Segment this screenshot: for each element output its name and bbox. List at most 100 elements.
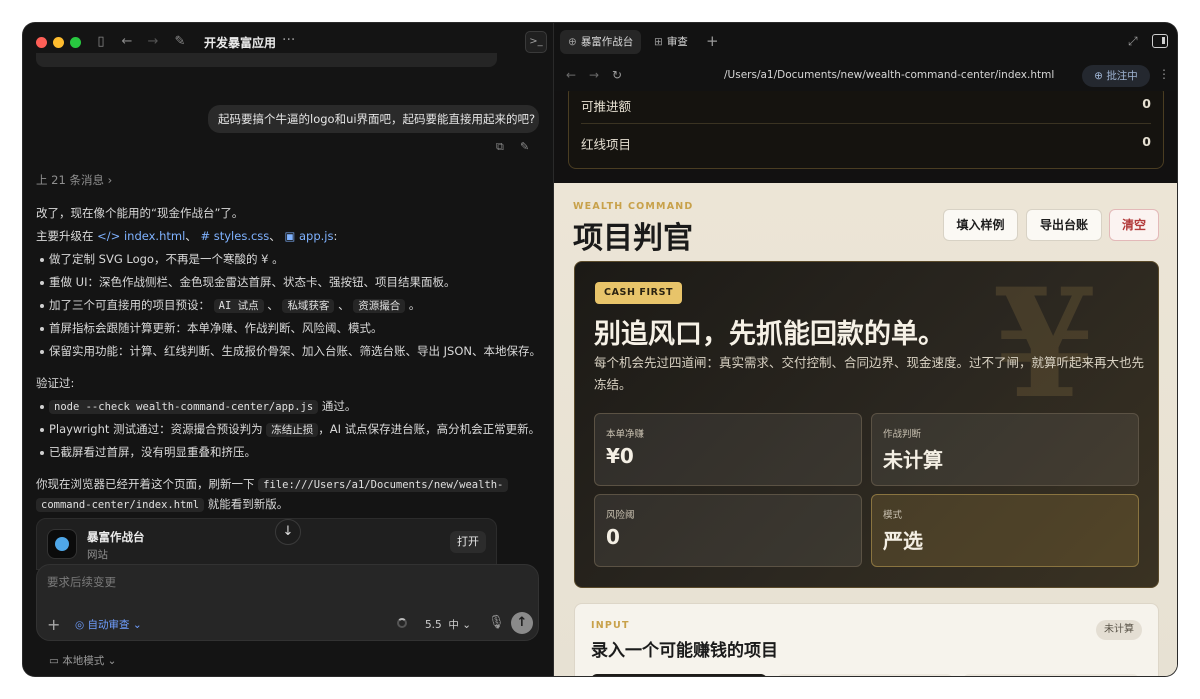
- metric-value: 0: [1142, 96, 1151, 111]
- website-card[interactable]: 暴富作战台 网站 打开: [36, 518, 497, 570]
- expand-icon[interactable]: ⤢: [1128, 34, 1138, 49]
- metric-row: 可推进额 0: [581, 91, 1151, 124]
- model-selector[interactable]: 5.5 中 ⌄: [425, 617, 471, 632]
- reply-bullet: 首屏指标会跟随计算更新：本单净赚、作战判断、风险阈、模式。: [49, 321, 383, 335]
- tab-review[interactable]: ⊞ 审查: [646, 30, 696, 54]
- stat-label: 本单净赚: [606, 429, 645, 440]
- chevron-down-icon: ⌄: [458, 619, 472, 631]
- file-name: styles.css: [213, 229, 270, 243]
- web-page: 可推进额 0 红线项目 0 WEALTH COMMAND 项目判官 填入样例 导…: [554, 91, 1177, 676]
- tab-wealth-command[interactable]: ⊕ 暴富作战台: [560, 30, 642, 54]
- close-window-button[interactable]: [36, 37, 47, 48]
- file-link-index[interactable]: </> index.html: [97, 229, 185, 243]
- send-button[interactable]: ↑: [511, 612, 533, 634]
- previous-card: [36, 53, 497, 67]
- stat-value: 0: [606, 525, 620, 549]
- input-eyebrow: INPUT: [591, 620, 630, 631]
- page-eyebrow: WEALTH COMMAND: [573, 201, 694, 212]
- tab-label: 审查: [666, 36, 688, 48]
- stat-label: 作战判断: [883, 429, 922, 440]
- status-badge: 未计算: [1096, 620, 1142, 640]
- auto-review-dropdown[interactable]: ◎ 自动审查 ⌄: [75, 617, 142, 632]
- metric-label: 红线项目: [581, 137, 632, 152]
- page-title: 项目判官: [573, 221, 693, 256]
- verify-pw-prefix: Playwright 测试通过：资源撮合预设判为: [49, 422, 263, 436]
- minimize-window-button[interactable]: [53, 37, 64, 48]
- new-tab-icon[interactable]: +: [706, 32, 719, 50]
- forward-arrow-icon[interactable]: →: [145, 34, 161, 50]
- sidebar-toggle-icon[interactable]: ▯: [93, 34, 109, 50]
- website-title: 暴富作战台: [87, 530, 145, 544]
- thread-title: 开发暴富应用: [204, 36, 277, 50]
- scroll-down-arrow-icon[interactable]: ↓: [275, 519, 301, 545]
- verify-cmd-suffix: 通过。: [321, 399, 357, 413]
- metric-label: 可推进额: [581, 99, 632, 114]
- stat-value: 未计算: [883, 448, 943, 472]
- browser-forward-icon[interactable]: →: [589, 68, 599, 82]
- input-title: 录入一个可能赚钱的项目: [591, 641, 778, 661]
- auto-review-label: 自动审查: [87, 619, 130, 631]
- bullet-dot: [40, 451, 44, 455]
- plus-icon[interactable]: +: [47, 615, 60, 634]
- main-content: WEALTH COMMAND 项目判官 填入样例 导出台账 清空 ¥ CASH …: [554, 183, 1177, 676]
- panel-toggle-icon[interactable]: [1152, 34, 1168, 48]
- stat-card-verdict: 作战判断 未计算: [871, 413, 1139, 486]
- hero-headline: 别追风口，先抓能回款的单。: [594, 319, 945, 350]
- metric-value: 0: [1142, 134, 1151, 149]
- laptop-icon: ▭: [49, 655, 63, 667]
- user-message: 起码要搞个牛逼的logo和ui界面吧，起码要能直接用起来的吧?: [208, 105, 539, 133]
- chevron-down-icon: ⌄: [104, 655, 117, 667]
- history-toggle[interactable]: 上 21 条消息 ›: [36, 172, 112, 188]
- upgrade-prefix: 主要升级在: [36, 229, 94, 243]
- closing-path: command-center/index.html: [36, 498, 205, 512]
- export-ledger-button[interactable]: 导出台账: [1026, 209, 1102, 241]
- composer: + ◎ 自动审查 ⌄ 5.5 中 ⌄ 🎙 ↑: [36, 564, 539, 641]
- local-mode-dropdown[interactable]: ▭ 本地模式 ⌄: [49, 653, 116, 668]
- file-name: index.html: [123, 229, 186, 243]
- closing-line-2: command-center/index.html 就能看到新版。: [36, 496, 288, 512]
- stat-value: ¥0: [606, 444, 634, 468]
- bullet-dot: [40, 405, 44, 409]
- new-chat-icon[interactable]: ✎: [172, 34, 188, 50]
- browser-back-icon[interactable]: ←: [566, 68, 576, 82]
- browser-tabbar: ⊕ 暴富作战台 ⊞ 审查 + ⤢: [554, 23, 1177, 61]
- closing-prefix: 你现在浏览器已经开着这个页面，刷新一下: [36, 477, 255, 491]
- back-arrow-icon[interactable]: ←: [119, 34, 135, 50]
- bullet-dot: [40, 428, 44, 432]
- globe-icon: [47, 529, 77, 559]
- annotate-button[interactable]: ⊕ 批注中: [1082, 65, 1150, 87]
- clear-button[interactable]: 清空: [1109, 209, 1159, 241]
- copy-icon[interactable]: ⧉: [496, 140, 504, 154]
- more-vertical-icon[interactable]: ⋮: [1158, 67, 1170, 81]
- fill-sample-button[interactable]: 填入样例: [943, 209, 1018, 241]
- stat-label: 风险阈: [606, 510, 635, 521]
- terminal-icon[interactable]: >_: [525, 31, 547, 53]
- more-options-icon[interactable]: ···: [282, 32, 295, 48]
- bullet-dot: [40, 304, 44, 308]
- chevron-down-icon: ⌄: [129, 619, 142, 631]
- chat-pane: ▯ ← → ✎ 开发暴富应用 ··· >_ 起码要搞个牛逼的logo和ui界面吧…: [23, 23, 553, 676]
- verify-cmd-line: node --check wealth-command-center/app.j…: [49, 398, 356, 414]
- edit-icon[interactable]: ✎: [520, 140, 529, 153]
- closing-path: file:///Users/a1/Documents/new/wealth-: [258, 478, 509, 492]
- file-link-app[interactable]: ▣ app.js: [284, 229, 333, 243]
- file-name: app.js: [298, 229, 334, 243]
- open-website-button[interactable]: 打开: [450, 531, 486, 553]
- preset-tab[interactable]: [963, 674, 1139, 676]
- url-text[interactable]: /Users/a1/Documents/new/wealth-command-c…: [724, 69, 1054, 81]
- hero-description: 每个机会先过四道闸：真实需求、交付控制、合同边界、现金速度。过不了闸，就算听起来…: [594, 355, 1145, 392]
- zoom-window-button[interactable]: [70, 37, 81, 48]
- preset-tab[interactable]: [591, 674, 767, 676]
- closing-line-1: 你现在浏览器已经开着这个页面，刷新一下 file:///Users/a1/Doc…: [36, 476, 509, 492]
- browser-pane: ⊕ 暴富作战台 ⊞ 审查 + ⤢ ← → ↻ /Users/a1/Documents…: [553, 23, 1177, 676]
- reply-upgrade-line: 主要升级在 </> index.html、 # styles.css、 ▣ ap…: [36, 229, 338, 243]
- shield-icon: ◎: [75, 619, 88, 631]
- reload-icon[interactable]: ↻: [612, 68, 622, 82]
- verify-pw-suffix: ，AI 试点保存进台账，高分机会正常更新。: [318, 422, 541, 436]
- composer-input[interactable]: [47, 575, 527, 589]
- file-link-styles[interactable]: # styles.css: [200, 229, 269, 243]
- preset-tab[interactable]: [777, 674, 953, 676]
- bullet-dot: [40, 281, 44, 285]
- microphone-icon[interactable]: 🎙: [488, 615, 505, 630]
- model-version: 5.5: [425, 619, 442, 631]
